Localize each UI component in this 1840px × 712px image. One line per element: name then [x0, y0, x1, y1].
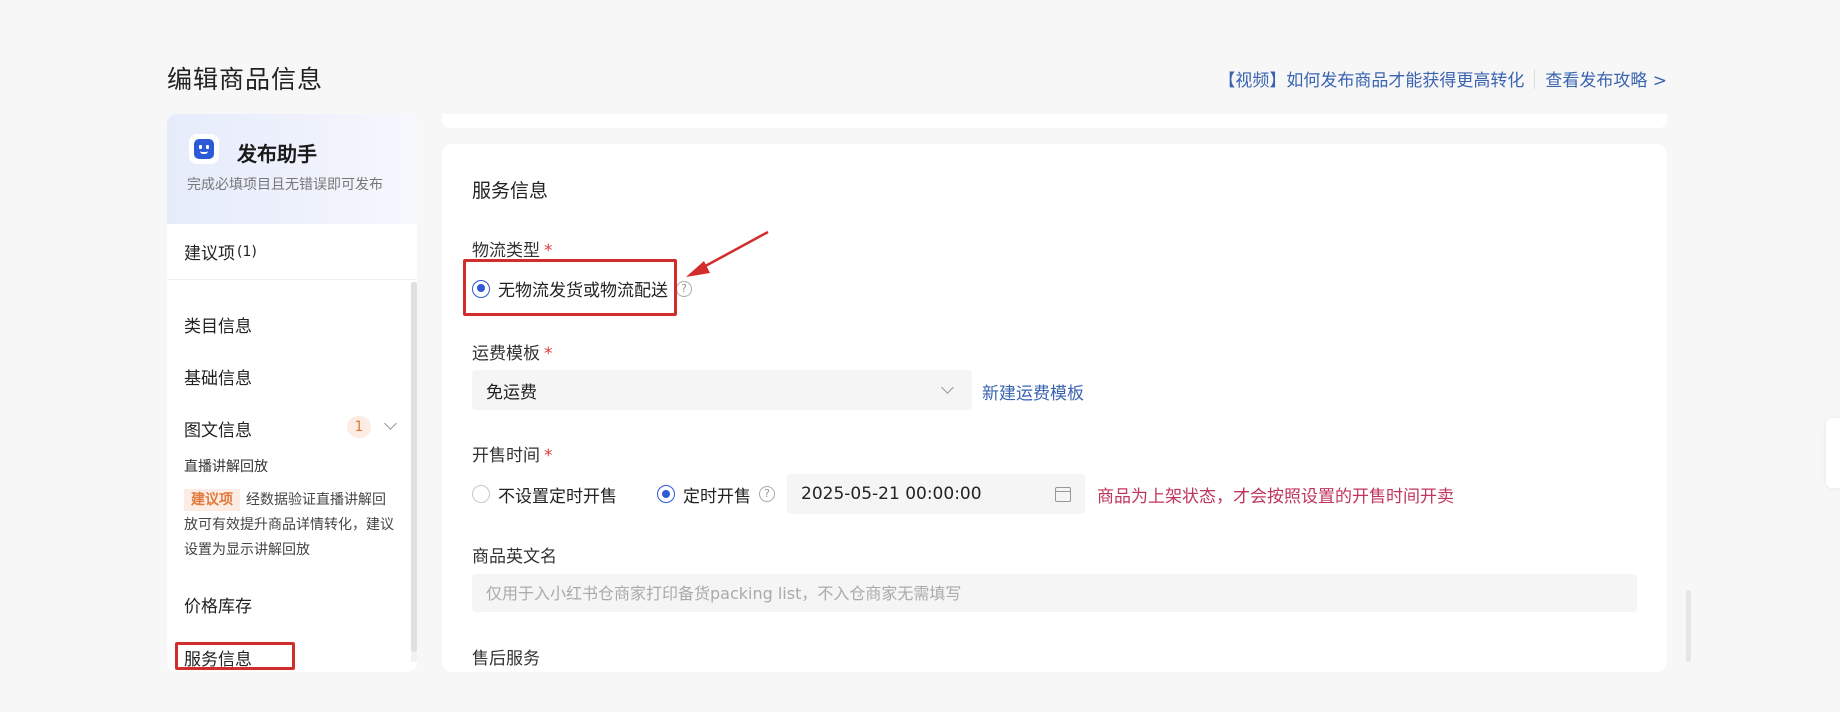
required-mark: * — [544, 344, 553, 364]
suggestion-description: 建议项 经数据验证直播讲解回放可有效提升商品详情转化，建议设置为显示讲解回放 — [184, 488, 399, 563]
side-floating-tab[interactable] — [1826, 418, 1840, 488]
freight-label: 运费模板 * — [472, 339, 553, 364]
sale-time-label: 开售时间 * — [472, 441, 553, 466]
help-icon[interactable]: ? — [759, 486, 775, 502]
sidebar-item-price-stock[interactable]: 价格库存 — [184, 592, 252, 617]
radio-unselected[interactable] — [472, 485, 490, 503]
robot-icon — [189, 134, 219, 164]
sidebar-item-category[interactable]: 类目信息 — [184, 312, 252, 337]
radio-selected[interactable] — [657, 485, 675, 503]
sidebar-scrollbar[interactable] — [411, 282, 417, 652]
service-info-panel: 服务信息 物流类型 * 无物流发货或物流配送 ? 运费模板 * 免运费 新建运费模板… — [442, 144, 1667, 672]
sidebar-item-media[interactable]: 图文信息 1 — [184, 416, 399, 441]
chevron-down-icon[interactable] — [384, 417, 397, 430]
english-name-input[interactable] — [472, 574, 1637, 612]
arrow-icon — [686, 230, 769, 277]
calendar-icon — [1055, 486, 1071, 502]
sidebar-item-suggestions[interactable]: 建议项 (1) — [167, 224, 417, 280]
freight-label-text: 运费模板 — [472, 344, 540, 364]
freight-template-value: 免运费 — [486, 382, 537, 403]
option-no-timed-sale[interactable]: 不设置定时开售 — [472, 482, 617, 507]
option-label: 不设置定时开售 — [498, 486, 617, 507]
section-title: 服务信息 — [472, 180, 549, 202]
highlight-box — [463, 259, 677, 316]
sale-time-warning: 商品为上架状态，才会按照设置的开售时间开卖 — [1097, 486, 1454, 507]
datetime-value: 2025-05-21 00:00:00 — [801, 484, 982, 504]
highlight-box — [175, 642, 295, 670]
page-title: 编辑商品信息 — [167, 65, 324, 94]
option-label: 定时开售 — [683, 486, 751, 507]
publish-guide-link[interactable]: 查看发布攻略 > — [1545, 66, 1667, 91]
freight-template-select[interactable]: 免运费 — [472, 370, 972, 410]
previous-section-bottom — [442, 114, 1667, 128]
logistics-label: 物流类型 * — [472, 236, 553, 261]
video-guide-link[interactable]: 【视频】如何发布商品才能获得更高转化 — [1218, 66, 1524, 91]
logistics-label-text: 物流类型 — [472, 241, 540, 261]
after-sales-label: 售后服务 — [472, 649, 540, 669]
publish-assistant: 发布助手 完成必填项目且无错误即可发布 — [167, 114, 417, 224]
sale-time-row: 不设置定时开售 定时开售 ? 2025-05-21 00:00:00 商品为上架… — [472, 474, 1454, 514]
english-name-label: 商品英文名 — [472, 547, 557, 567]
option-timed-sale[interactable]: 定时开售 ? — [657, 482, 775, 507]
suggest-count: (1) — [237, 243, 257, 260]
sale-time-label-text: 开售时间 — [472, 446, 540, 466]
assistant-title: 发布助手 — [237, 142, 317, 166]
header-links: 【视频】如何发布商品才能获得更高转化 查看发布攻略 > — [1218, 66, 1667, 91]
divider — [1534, 68, 1536, 89]
sub-item-live-replay[interactable]: 直播讲解回放 — [184, 456, 268, 476]
assistant-subtitle: 完成必填项目且无错误即可发布 — [187, 177, 383, 193]
required-mark: * — [544, 241, 553, 261]
required-mark: * — [544, 446, 553, 466]
datetime-picker[interactable]: 2025-05-21 00:00:00 — [787, 474, 1085, 514]
page-scrollbar[interactable] — [1686, 590, 1691, 662]
sidebar-item-basic[interactable]: 基础信息 — [184, 364, 252, 389]
new-freight-template-link[interactable]: 新建运费模板 — [982, 379, 1084, 404]
count-badge: 1 — [347, 416, 371, 438]
chevron-down-icon — [941, 381, 954, 394]
sidebar-item-label: 图文信息 — [184, 421, 252, 441]
suggest-tag: 建议项 — [184, 489, 240, 511]
suggest-label: 建议项 — [184, 244, 235, 264]
sidebar: 发布助手 完成必填项目且无错误即可发布 建议项 (1) 类目信息 基础信息 图文… — [167, 114, 417, 672]
